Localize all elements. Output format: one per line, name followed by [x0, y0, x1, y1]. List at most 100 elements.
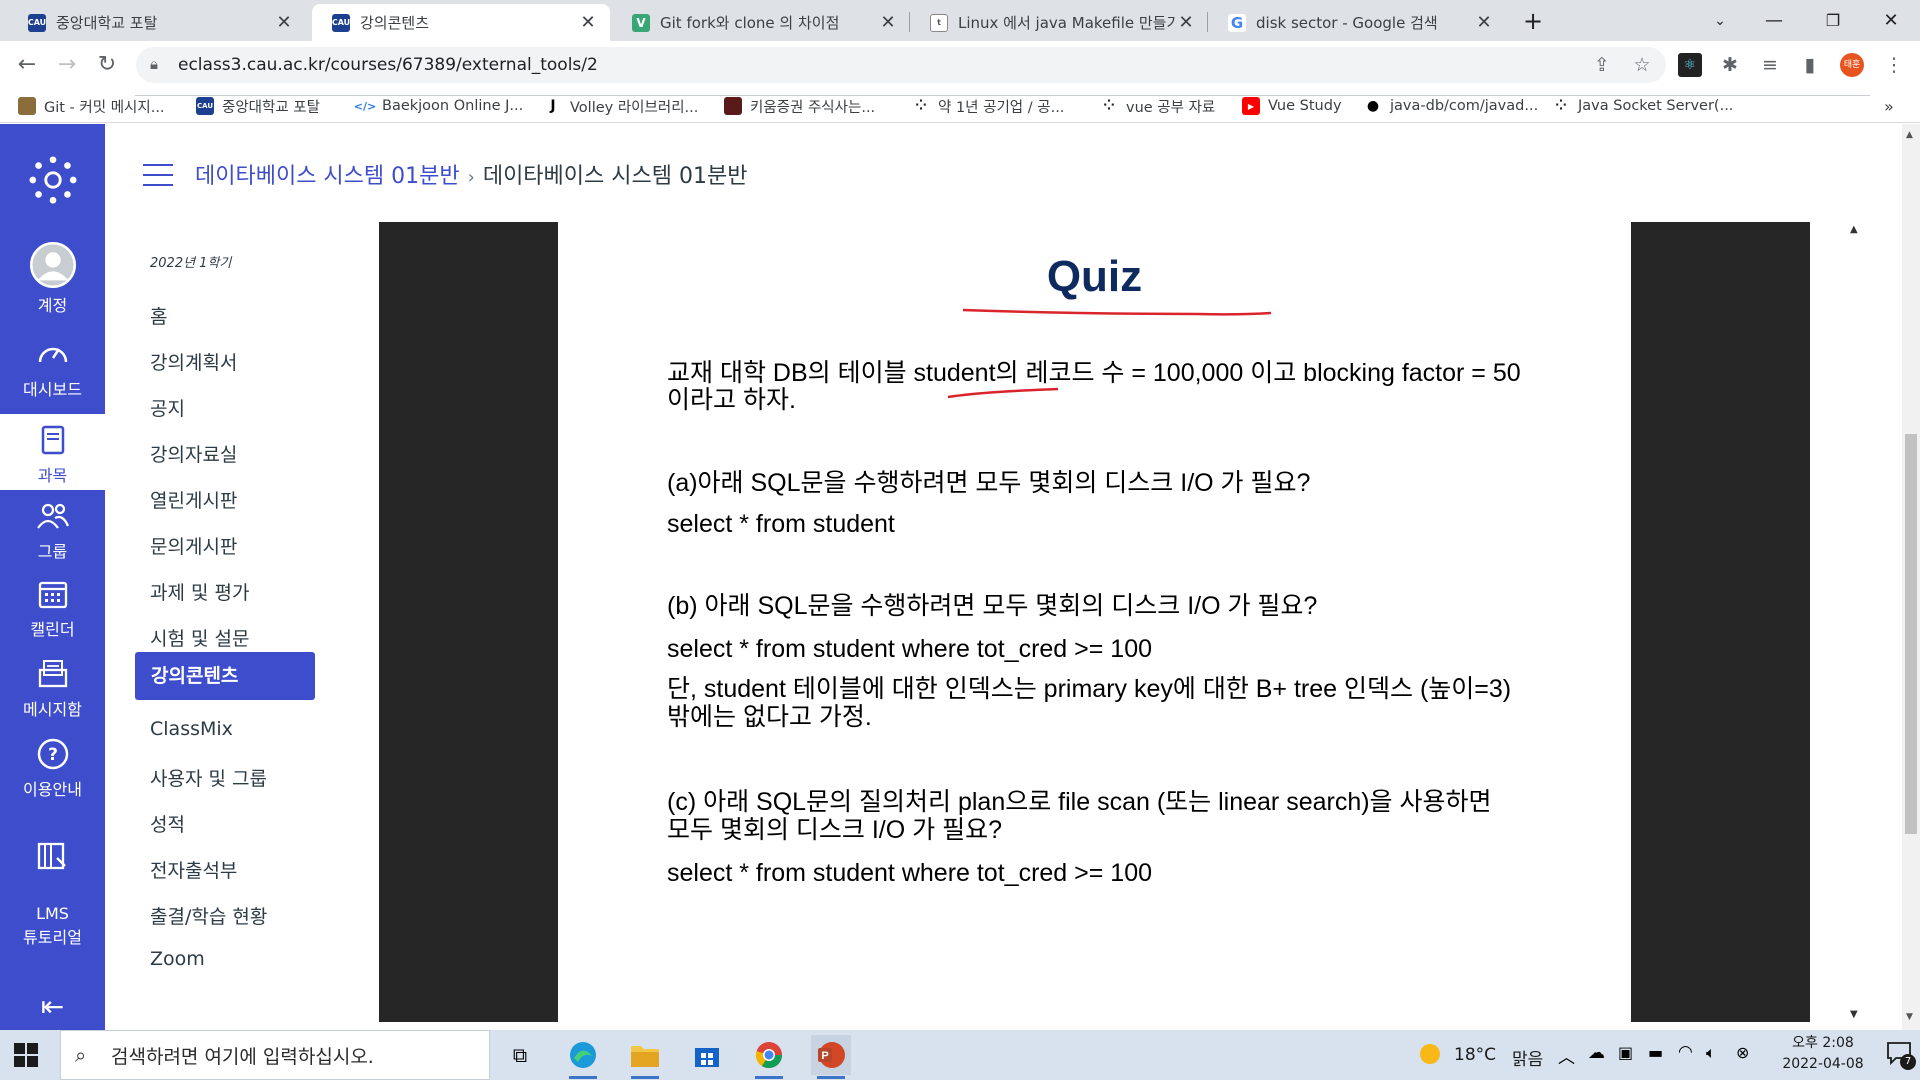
breadcrumb-course-link[interactable]: 데이타베이스 시스템 01분반 [195, 164, 460, 189]
clock[interactable]: 오후 2:08 2022-04-08 [1760, 1033, 1886, 1075]
hamburger-menu-icon[interactable] [143, 164, 173, 186]
scroll-up-icon[interactable]: ▲ [1850, 224, 1858, 235]
close-tab-icon[interactable]: ✕ [878, 12, 898, 33]
bookmark-item[interactable]: ● java-db/com/javad... [1364, 95, 1538, 117]
close-tab-icon[interactable]: ✕ [1474, 12, 1494, 33]
course-header: 데이타베이스 시스템 01분반 › 데이타베이스 시스템 01분반 [105, 124, 1868, 220]
reading-list-icon[interactable]: ≡ [1758, 53, 1782, 77]
course-nav-item[interactable]: Zoom [150, 948, 205, 970]
back-arrow-icon[interactable]: ← [12, 51, 42, 79]
bookmark-item[interactable]: CAU 중앙대학교 포탈 [196, 95, 320, 117]
close-tab-icon[interactable]: ✕ [274, 12, 294, 33]
tab-cau-portal[interactable]: CAU 중앙대학교 포탈 ✕ [8, 4, 306, 41]
windows-start-icon[interactable] [14, 1043, 38, 1067]
course-nav-item[interactable]: 강의콘텐츠 [135, 652, 315, 700]
notification-center-icon[interactable]: 7 [1886, 1040, 1916, 1070]
course-nav-item[interactable]: 강의자료실 [150, 440, 237, 467]
bookmark-item[interactable]: ▶ Vue Study [1242, 95, 1342, 117]
course-nav-item[interactable]: 공지 [150, 394, 185, 421]
course-nav-item[interactable]: 성적 [150, 810, 185, 837]
course-nav-item[interactable]: 열린게시판 [150, 486, 237, 513]
page-scroll-up-icon[interactable]: ▲ [1906, 130, 1913, 140]
course-nav-item[interactable]: 과제 및 평가 [150, 578, 249, 605]
react-devtools-icon[interactable]: ⚛ [1678, 53, 1702, 77]
frame-scrollbar[interactable]: ▲ ▼ [1842, 222, 1870, 1022]
forward-arrow-icon[interactable]: → [52, 51, 82, 79]
bookmark-item[interactable]: J Volley 라이브러리... [544, 95, 698, 117]
edge-app-icon[interactable] [563, 1035, 603, 1079]
share-icon[interactable]: ⇪ [1590, 53, 1614, 77]
nav-groups[interactable]: 그룹 [0, 498, 105, 562]
course-nav-item[interactable]: 문의게시판 [150, 532, 237, 559]
volume-icon[interactable]: 🔈︎ [1706, 1043, 1716, 1063]
bookmark-item[interactable]: ⁘ Java Socket Server(... [1552, 95, 1733, 117]
tab-google-search[interactable]: G disk sector - Google 검색 ✕ [1208, 4, 1506, 41]
course-nav-item[interactable]: 출결/학습 현황 [150, 902, 267, 929]
profile-avatar[interactable]: 태훈 [1840, 53, 1864, 77]
powerpoint-app-icon[interactable]: P [811, 1035, 851, 1079]
bookmark-item[interactable]: ⁘ 약 1년 공기업 / 공... [912, 95, 1064, 117]
course-nav-item[interactable]: 홈 [150, 302, 167, 329]
course-nav: 2022년 1학기 홈 강의계획서 공지 강의자료실 열린게시판 문의게시판 과제 및 평가… [105, 220, 379, 1030]
weather-text[interactable]: 맑음 [1512, 1045, 1543, 1070]
tab-git-fork[interactable]: V Git fork와 clone 의 차이점 ✕ [612, 4, 910, 41]
bookmarks-overflow-icon[interactable]: » [1884, 95, 1894, 117]
restore-icon[interactable]: ❐ [1810, 0, 1856, 41]
tab-lecture-content[interactable]: CAU 강의콘텐츠 ✕ [312, 4, 610, 41]
weather-temperature[interactable]: 18°C [1454, 1045, 1496, 1065]
course-nav-item[interactable]: ClassMix [150, 718, 233, 740]
cau-logo[interactable] [0, 154, 105, 210]
course-nav-item[interactable]: 사용자 및 그룹 [150, 764, 267, 791]
nav-inbox[interactable]: 메시지함 [0, 656, 105, 720]
new-tab-icon[interactable]: + [1510, 0, 1556, 41]
minimize-icon[interactable]: — [1751, 0, 1797, 41]
nav-lms-tutorial[interactable]: LMS 튜토리얼 [0, 814, 105, 950]
nav-courses[interactable]: 과목 [0, 414, 105, 490]
calendar-icon [38, 581, 67, 609]
course-nav-item[interactable]: 전자출석부 [150, 856, 237, 883]
nav-dashboard[interactable]: 대시보드 [0, 336, 105, 400]
file-explorer-icon[interactable] [625, 1035, 665, 1079]
collapse-nav-icon[interactable]: ⇤ [0, 990, 105, 1023]
account-avatar-icon [29, 242, 76, 288]
task-view-icon[interactable]: ⧉ [500, 1035, 540, 1075]
bookmark-item[interactable]: ⁘ vue 공부 자료 [1100, 95, 1215, 117]
address-bar[interactable]: 🔒︎ eclass3.cau.ac.kr/courses/67389/exter… [136, 47, 1666, 83]
bookmark-label: Volley 라이브러리... [570, 99, 699, 116]
page-scroll-down-icon[interactable]: ▼ [1906, 1012, 1913, 1022]
bookmark-item[interactable]: 키움증권 주식사는... [724, 95, 875, 117]
nav-account[interactable]: 계정 [0, 242, 105, 316]
weather-sun-icon[interactable] [1418, 1042, 1442, 1070]
chrome-app-icon[interactable] [749, 1035, 789, 1079]
reload-icon[interactable]: ↻ [92, 51, 122, 79]
ime-status-icon[interactable]: ⊗ [1736, 1043, 1749, 1062]
close-tab-icon[interactable]: ✕ [1176, 12, 1196, 33]
browser-toolbar: ← → ↻ 🔒︎ eclass3.cau.ac.kr/courses/67389… [0, 41, 1920, 89]
slide-viewer-background [1631, 222, 1810, 1022]
taskbar-search-box[interactable]: ⌕ 검색하려면 여기에 입력하십시오. [60, 1030, 490, 1080]
kiwoom-favicon-icon [724, 97, 742, 115]
page-scrollbar-thumb[interactable] [1905, 434, 1917, 834]
tab-linux-makefile[interactable]: t Linux 에서 java Makefile 만들기 ✕ [910, 4, 1208, 41]
device-icon[interactable]: ▣ [1618, 1043, 1633, 1062]
ms-store-icon[interactable] [687, 1035, 727, 1075]
window-close-icon[interactable]: ✕ [1868, 0, 1914, 41]
close-tab-icon[interactable]: ✕ [578, 12, 598, 33]
tab-search-chevron-icon[interactable]: ⌄ [1697, 0, 1743, 41]
extensions-puzzle-icon[interactable]: ✱ [1718, 53, 1742, 77]
bookmark-item[interactable]: Git - 커밋 메시지... [18, 95, 165, 117]
battery-icon[interactable]: ▬ [1648, 1043, 1663, 1062]
tray-chevron-up-icon[interactable]: ︿ [1558, 1043, 1575, 1068]
bookmark-star-icon[interactable]: ☆ [1630, 53, 1654, 77]
nav-help[interactable]: ? 이용안내 [0, 736, 105, 800]
bookmark-item[interactable]: </> Baekjoon Online J... [354, 95, 523, 117]
course-nav-item[interactable]: 강의계획서 [150, 348, 237, 375]
scroll-down-icon[interactable]: ▼ [1850, 1009, 1858, 1020]
course-nav-item[interactable]: 시험 및 설문 [150, 624, 249, 651]
side-panel-icon[interactable]: ▮ [1798, 53, 1822, 77]
nav-calendar[interactable]: 캘린더 [0, 576, 105, 640]
nav-label: 과목 [37, 466, 68, 485]
wifi-icon[interactable]: ◠ [1678, 1042, 1693, 1062]
chrome-menu-icon[interactable]: ⋮ [1882, 53, 1906, 77]
onedrive-cloud-icon[interactable]: ☁ [1588, 1043, 1605, 1063]
